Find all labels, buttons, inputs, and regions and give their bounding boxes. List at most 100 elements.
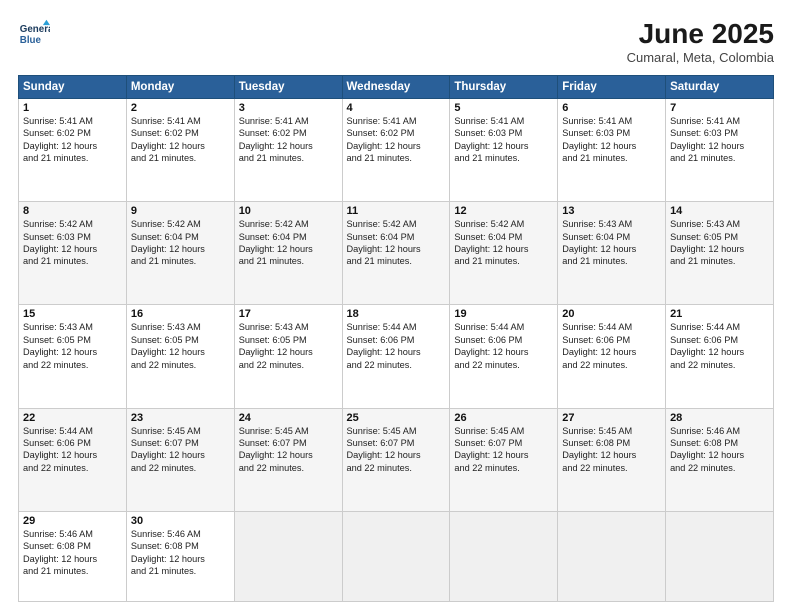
cell-info: Sunset: 6:07 PM — [454, 437, 553, 449]
calendar-body: 1Sunrise: 5:41 AMSunset: 6:02 PMDaylight… — [19, 99, 774, 602]
calendar-cell: 16Sunrise: 5:43 AMSunset: 6:05 PMDayligh… — [126, 305, 234, 408]
cell-info: Sunset: 6:08 PM — [131, 540, 230, 552]
calendar-table: SundayMondayTuesdayWednesdayThursdayFrid… — [18, 75, 774, 602]
day-number: 25 — [347, 412, 446, 424]
cell-info: and 21 minutes. — [23, 255, 122, 267]
calendar-week-row: 15Sunrise: 5:43 AMSunset: 6:05 PMDayligh… — [19, 305, 774, 408]
cell-info: Sunrise: 5:41 AM — [670, 115, 769, 127]
calendar-cell: 20Sunrise: 5:44 AMSunset: 6:06 PMDayligh… — [558, 305, 666, 408]
cell-info: and 21 minutes. — [454, 255, 553, 267]
calendar-cell: 10Sunrise: 5:42 AMSunset: 6:04 PMDayligh… — [234, 202, 342, 305]
day-number: 26 — [454, 412, 553, 424]
cell-info: Daylight: 12 hours — [562, 243, 661, 255]
cell-info: Daylight: 12 hours — [670, 243, 769, 255]
day-number: 6 — [562, 102, 661, 114]
cell-info: Daylight: 12 hours — [131, 346, 230, 358]
cell-info: Sunrise: 5:45 AM — [239, 425, 338, 437]
cell-info: Sunrise: 5:43 AM — [23, 321, 122, 333]
cell-info: Daylight: 12 hours — [23, 243, 122, 255]
calendar-cell: 21Sunrise: 5:44 AMSunset: 6:06 PMDayligh… — [666, 305, 774, 408]
calendar-cell: 2Sunrise: 5:41 AMSunset: 6:02 PMDaylight… — [126, 99, 234, 202]
cell-info: and 21 minutes. — [347, 255, 446, 267]
cell-info: and 22 minutes. — [131, 462, 230, 474]
cell-info: Sunrise: 5:43 AM — [131, 321, 230, 333]
day-number: 28 — [670, 412, 769, 424]
day-number: 29 — [23, 515, 122, 527]
cell-info: Daylight: 12 hours — [23, 449, 122, 461]
cell-info: Sunset: 6:02 PM — [23, 127, 122, 139]
cell-info: Sunrise: 5:44 AM — [23, 425, 122, 437]
day-number: 30 — [131, 515, 230, 527]
cell-info: Sunset: 6:04 PM — [454, 231, 553, 243]
calendar-cell — [234, 511, 342, 601]
cell-info: Sunset: 6:06 PM — [23, 437, 122, 449]
cell-info: Daylight: 12 hours — [454, 140, 553, 152]
calendar-cell: 13Sunrise: 5:43 AMSunset: 6:04 PMDayligh… — [558, 202, 666, 305]
calendar-week-row: 22Sunrise: 5:44 AMSunset: 6:06 PMDayligh… — [19, 408, 774, 511]
day-number: 23 — [131, 412, 230, 424]
day-number: 18 — [347, 308, 446, 320]
cell-info: Daylight: 12 hours — [670, 140, 769, 152]
cell-info: Sunset: 6:06 PM — [454, 334, 553, 346]
day-number: 2 — [131, 102, 230, 114]
calendar-day-header: Wednesday — [342, 76, 450, 99]
cell-info: and 21 minutes. — [347, 152, 446, 164]
cell-info: Sunset: 6:03 PM — [670, 127, 769, 139]
cell-info: Sunrise: 5:41 AM — [347, 115, 446, 127]
cell-info: Daylight: 12 hours — [454, 449, 553, 461]
cell-info: Sunrise: 5:41 AM — [131, 115, 230, 127]
calendar-cell: 23Sunrise: 5:45 AMSunset: 6:07 PMDayligh… — [126, 408, 234, 511]
calendar-day-header: Thursday — [450, 76, 558, 99]
day-number: 16 — [131, 308, 230, 320]
cell-info: Daylight: 12 hours — [347, 449, 446, 461]
day-number: 10 — [239, 205, 338, 217]
cell-info: and 22 minutes. — [454, 462, 553, 474]
cell-info: and 22 minutes. — [454, 359, 553, 371]
subtitle: Cumaral, Meta, Colombia — [627, 50, 774, 65]
calendar-cell: 12Sunrise: 5:42 AMSunset: 6:04 PMDayligh… — [450, 202, 558, 305]
cell-info: Daylight: 12 hours — [23, 346, 122, 358]
cell-info: Daylight: 12 hours — [239, 449, 338, 461]
calendar-day-header: Sunday — [19, 76, 127, 99]
cell-info: and 21 minutes. — [454, 152, 553, 164]
cell-info: Sunset: 6:08 PM — [670, 437, 769, 449]
cell-info: and 22 minutes. — [239, 359, 338, 371]
logo-icon: General Blue — [18, 18, 50, 50]
cell-info: Daylight: 12 hours — [454, 243, 553, 255]
cell-info: Sunset: 6:04 PM — [239, 231, 338, 243]
title-block: June 2025 Cumaral, Meta, Colombia — [627, 18, 774, 65]
cell-info: and 21 minutes. — [23, 152, 122, 164]
cell-info: Daylight: 12 hours — [239, 140, 338, 152]
cell-info: Sunrise: 5:45 AM — [347, 425, 446, 437]
calendar-cell: 24Sunrise: 5:45 AMSunset: 6:07 PMDayligh… — [234, 408, 342, 511]
cell-info: Sunset: 6:05 PM — [23, 334, 122, 346]
calendar-week-row: 29Sunrise: 5:46 AMSunset: 6:08 PMDayligh… — [19, 511, 774, 601]
cell-info: Daylight: 12 hours — [562, 346, 661, 358]
cell-info: Daylight: 12 hours — [454, 346, 553, 358]
calendar-cell: 14Sunrise: 5:43 AMSunset: 6:05 PMDayligh… — [666, 202, 774, 305]
calendar-cell: 22Sunrise: 5:44 AMSunset: 6:06 PMDayligh… — [19, 408, 127, 511]
calendar-cell: 17Sunrise: 5:43 AMSunset: 6:05 PMDayligh… — [234, 305, 342, 408]
svg-text:General: General — [20, 24, 50, 35]
svg-text:Blue: Blue — [20, 35, 42, 46]
cell-info: Sunrise: 5:43 AM — [562, 218, 661, 230]
cell-info: Sunrise: 5:41 AM — [562, 115, 661, 127]
day-number: 11 — [347, 205, 446, 217]
day-number: 17 — [239, 308, 338, 320]
cell-info: Sunset: 6:05 PM — [670, 231, 769, 243]
cell-info: Sunrise: 5:41 AM — [454, 115, 553, 127]
cell-info: and 22 minutes. — [670, 359, 769, 371]
cell-info: Sunset: 6:03 PM — [454, 127, 553, 139]
cell-info: Daylight: 12 hours — [670, 449, 769, 461]
cell-info: Sunset: 6:08 PM — [562, 437, 661, 449]
cell-info: and 21 minutes. — [562, 255, 661, 267]
cell-info: Sunrise: 5:43 AM — [670, 218, 769, 230]
cell-info: Sunrise: 5:42 AM — [23, 218, 122, 230]
calendar-cell: 8Sunrise: 5:42 AMSunset: 6:03 PMDaylight… — [19, 202, 127, 305]
cell-info: Sunset: 6:06 PM — [562, 334, 661, 346]
cell-info: Daylight: 12 hours — [239, 346, 338, 358]
cell-info: and 21 minutes. — [131, 152, 230, 164]
cell-info: Sunset: 6:02 PM — [131, 127, 230, 139]
cell-info: and 22 minutes. — [670, 462, 769, 474]
day-number: 3 — [239, 102, 338, 114]
